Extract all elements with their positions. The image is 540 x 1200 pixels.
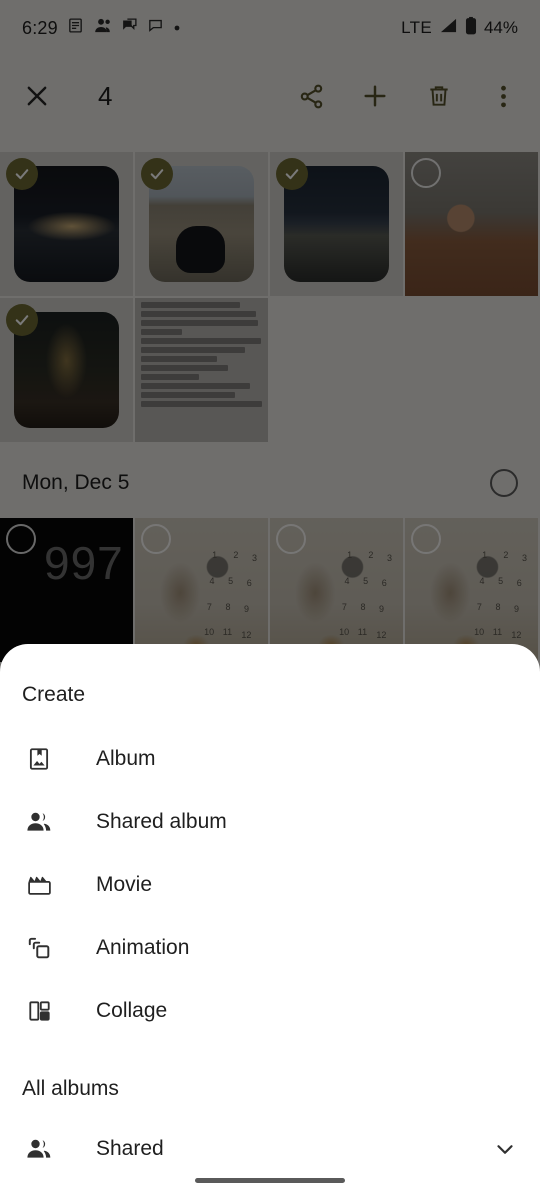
gesture-nav-bar	[0, 1160, 540, 1200]
sheet-item-animation[interactable]: Animation	[0, 916, 540, 979]
sheet-item-label: Movie	[96, 872, 153, 896]
sheet-item-movie[interactable]: Movie	[0, 853, 540, 916]
sheet-item-album[interactable]: Album	[0, 727, 540, 790]
people-icon	[22, 809, 56, 835]
sheet-item-label: Animation	[96, 935, 190, 959]
sheet-item-label: Shared	[96, 1136, 164, 1160]
album-icon	[22, 746, 56, 772]
create-options-list: Album Shared album Movie Animation Colla…	[0, 727, 540, 1042]
all-albums-section-title: All albums	[22, 1077, 119, 1100]
sheet-item-label: Shared album	[96, 809, 227, 833]
create-section-title: Create	[22, 683, 86, 706]
sheet-item-label: Collage	[96, 998, 168, 1022]
movie-clapper-icon	[22, 872, 56, 898]
people-icon	[22, 1136, 56, 1162]
sheet-item-label: Album	[96, 746, 156, 770]
create-bottom-sheet: Create Album Shared album Movie Animatio…	[0, 644, 540, 1200]
collage-icon	[22, 998, 56, 1024]
gesture-handle[interactable]	[195, 1177, 345, 1183]
sheet-item-collage[interactable]: Collage	[0, 979, 540, 1042]
chevron-down-icon[interactable]	[492, 1136, 518, 1162]
animation-stack-icon	[22, 935, 56, 961]
sheet-item-shared-album[interactable]: Shared album	[0, 790, 540, 853]
